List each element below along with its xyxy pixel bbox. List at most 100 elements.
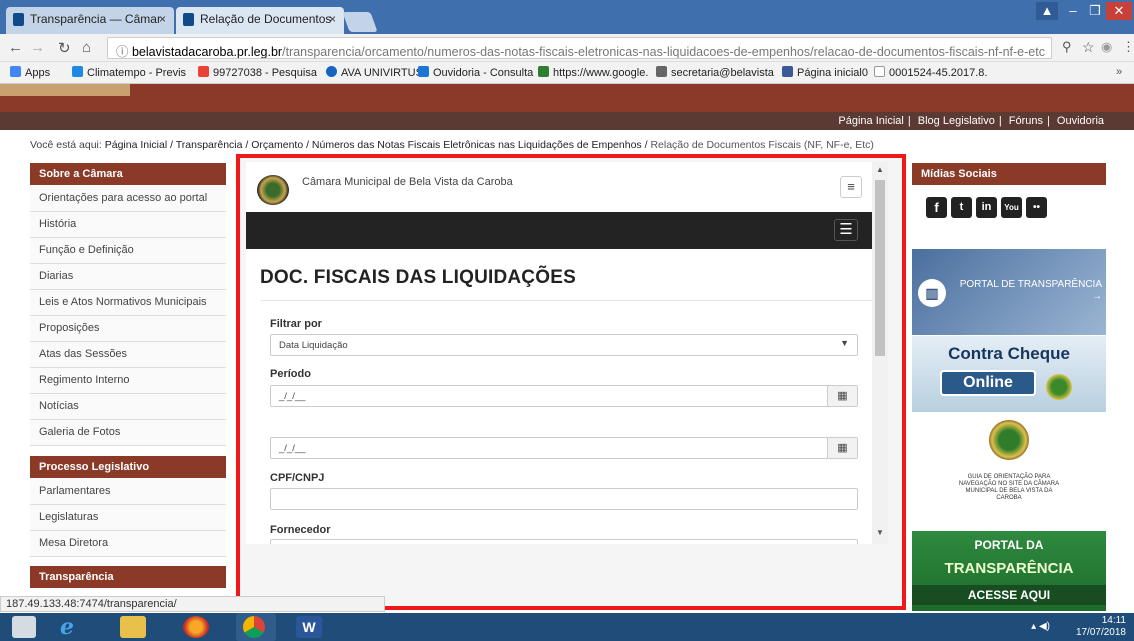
navbar-toggle-icon[interactable]: ☰ [834,219,858,241]
internet-explorer-icon[interactable]: e [60,616,86,638]
sidebar-item-proposicoes[interactable]: Proposições [30,316,226,342]
reload-icon[interactable]: ↻ [58,39,71,57]
flickr-icon[interactable]: •• [1026,197,1047,218]
scroll-down-icon[interactable]: ▼ [876,528,884,537]
sidebar-item-regimento[interactable]: Regimento Interno [30,368,226,394]
back-icon[interactable]: ← [8,39,23,56]
org-name: Câmara Municipal de Bela Vista da Caroba [302,176,513,188]
new-tab-button[interactable] [342,12,378,32]
header-logo-strip [0,84,130,96]
camara-logo [257,175,289,205]
supplier-label: Fornecedor [270,524,331,536]
nav-ouvidoria[interactable]: Ouvidoria [1057,115,1104,127]
hamburger-menu-icon[interactable]: ≡ [840,176,862,198]
file-explorer-icon[interactable] [120,616,146,638]
system-clock[interactable]: 14:11 17/07/2018 [1076,615,1126,639]
bookmark-secretaria[interactable]: secretaria@belavista [656,66,774,79]
sidebar-item-funcao[interactable]: Função e Definição [30,238,226,264]
portal-transparencia-cta[interactable]: PORTAL DA TRANSPARÊNCIA ACESSE AQUI [912,531,1106,611]
scroll-thumb[interactable] [875,180,885,356]
facebook-icon[interactable]: f [926,197,947,218]
bookmark-apps[interactable]: Apps [10,66,50,79]
filter-select[interactable]: Data Liquidação ▼ [270,334,858,356]
guia-orientacao-banner[interactable]: GUIA DE ORIENTAÇÃO PARA NAVEGAÇÃO NO SIT… [912,414,1106,514]
firefox-icon[interactable] [183,616,209,638]
nav-foruns[interactable]: Fóruns [1009,115,1043,127]
word-icon[interactable]: W [296,616,322,638]
bookmark-star-icon[interactable]: ☆ [1082,39,1095,56]
bookmark-ouvidoria[interactable]: Ouvidoria - Consulta [418,66,533,79]
banner4-line2: TRANSPARÊNCIA [944,560,1074,577]
sidebar-item-galeria[interactable]: Galeria de Fotos [30,420,226,446]
address-bar-row: ← → ↻ ⌂ ⓘ belavistadacaroba.pr.leg.br/tr… [0,34,1134,62]
sidebar-item-leis[interactable]: Leis e Atos Normativos Municipais [30,290,226,316]
close-window-icon[interactable]: ✕ [1106,2,1132,20]
forward-icon[interactable]: → [30,39,45,56]
nav-pagina-inicial[interactable]: Página Inicial [838,115,903,127]
windows-taskbar: e W ▴ ◀) 14:11 17/07/2018 [0,613,1134,641]
site-favicon-icon [183,13,194,26]
volume-icon[interactable]: ▴ ◀) [1031,621,1050,632]
sidebar-item-parlamentares[interactable]: Parlamentares [30,479,226,505]
sidebar-item-orientacoes[interactable]: Orientações para acesso ao portal [30,186,226,212]
sidebar-item-mesa-diretora[interactable]: Mesa Diretora [30,531,226,557]
start-icon[interactable] [12,616,36,638]
contra-cheque-banner[interactable]: Contra Cheque Online [912,336,1106,412]
embedded-frame: Câmara Municipal de Bela Vista da Caroba… [236,154,906,610]
social-media-title: Mídias Sociais [912,163,1106,185]
sidebar-item-atas[interactable]: Atas das Sessões [30,342,226,368]
filter-label: Filtrar por [270,318,322,330]
frame-navbar: ☰ [246,212,878,249]
calendar-icon[interactable]: ▦ [827,438,857,458]
frame-scrollbar[interactable]: ▲ ▼ [872,162,888,544]
bookmark-pagina-inicial[interactable]: Página inicial0 [782,66,868,79]
url-input[interactable]: ⓘ belavistadacaroba.pr.leg.br/transparen… [107,37,1052,59]
date-start-input[interactable]: _/_/__ ▦ [270,385,858,407]
bookmark-processo[interactable]: 0001524-45.2017.8. [874,66,987,79]
banner2-online: Online [940,370,1036,396]
browser-tab-bar: Transparência — Câmar × Relação de Docum… [0,0,1134,34]
filter-value: Data Liquidação [279,340,348,351]
close-tab-icon[interactable]: × [159,12,166,26]
bookmark-ava-univirtus[interactable]: AVA UNIVIRTUS [326,66,423,79]
frame-content: Câmara Municipal de Bela Vista da Caroba… [246,162,878,544]
restore-icon[interactable]: ❐ [1084,2,1106,20]
portal-transparencia-banner[interactable]: ▥ PORTAL DE TRANSPARÊNCIA → [912,249,1106,335]
youtube-icon[interactable]: You [1001,197,1022,218]
banner4-line1: PORTAL DA [974,538,1044,552]
linkedin-icon[interactable]: in [976,197,997,218]
sidebar-item-noticias[interactable]: Notícias [30,394,226,420]
calendar-icon[interactable]: ▦ [827,386,857,406]
home-icon[interactable]: ⌂ [82,39,91,56]
seal-icon [989,420,1029,460]
twitter-icon[interactable]: t [951,197,972,218]
cpf-label: CPF/CNPJ [270,472,325,484]
sidebar-item-diarias[interactable]: Diarias [30,264,226,290]
sidebar-item-historia[interactable]: História [30,212,226,238]
banner2-title: Contra Cheque [948,344,1070,363]
close-tab-icon[interactable]: × [329,12,336,26]
supplier-input[interactable] [270,539,858,544]
tab-transparencia[interactable]: Transparência — Câmar × [6,7,174,34]
menu-icon[interactable]: ⋮ [1122,39,1134,55]
tab-relacao-documentos[interactable]: Relação de Documentos × [176,7,344,34]
bookmark-google[interactable]: https://www.google. [538,66,648,79]
bookmark-pesquisa[interactable]: 99727038 - Pesquisa [198,66,317,79]
cpf-input[interactable] [270,488,858,510]
user-profile-icon[interactable]: ▲ [1036,2,1058,20]
minimize-icon[interactable]: – [1062,2,1084,20]
bookmarks-bar: Apps Climatempo - Previs 99727038 - Pesq… [0,62,1134,84]
breadcrumb-links[interactable]: Página Inicial / Transparência / Orçamen… [105,139,648,151]
date-end-input[interactable]: _/_/__ ▦ [270,437,858,459]
chrome-taskbar-button[interactable] [236,613,276,641]
more-bookmarks-icon[interactable]: » [1116,66,1122,78]
nav-blog-legislativo[interactable]: Blog Legislativo [918,115,995,127]
top-navigation: Página Inicial | Blog Legislativo | Fóruns… [0,112,1134,130]
scroll-up-icon[interactable]: ▲ [876,165,884,174]
info-icon: ⓘ [116,45,132,59]
extension-icon[interactable]: ◉ [1101,39,1112,55]
zoom-icon[interactable]: ⚲ [1062,39,1072,55]
chrome-icon [243,616,265,638]
bookmark-climatempo[interactable]: Climatempo - Previs [72,66,186,79]
sidebar-item-legislaturas[interactable]: Legislaturas [30,505,226,531]
